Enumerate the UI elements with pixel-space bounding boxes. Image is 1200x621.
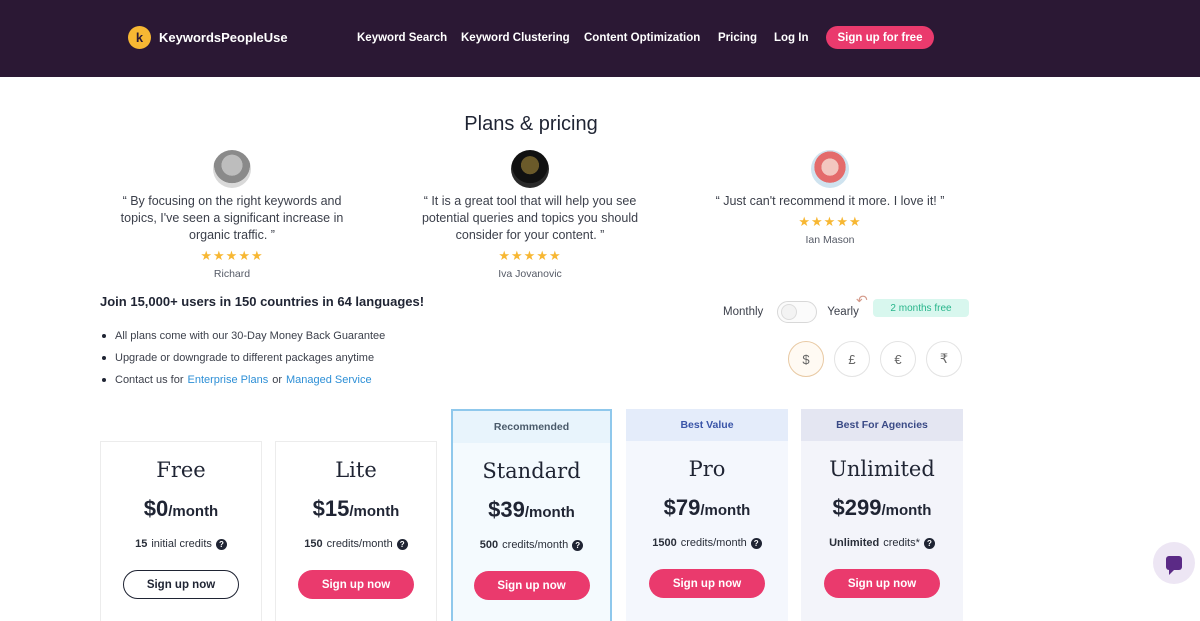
plan-tag: Best Value — [626, 409, 788, 441]
benefit-text: All plans come with our 30-Day Money Bac… — [115, 330, 386, 342]
currency-eur-button[interactable]: € — [880, 341, 916, 377]
plan-price: $15/month — [276, 496, 436, 522]
signup-now-button[interactable]: Sign up now — [473, 571, 590, 600]
plan-credits: Unlimited credits*? — [801, 537, 963, 549]
plan-body: Standard $39/month 500 credits/month? Sig… — [453, 443, 610, 621]
price-amount: $299 — [832, 495, 882, 520]
chat-widget-button[interactable] — [1153, 542, 1195, 584]
plan-name: Free — [156, 458, 206, 482]
plan-credits: 15 initial credits? — [101, 538, 261, 550]
contact-or: or — [272, 374, 282, 386]
plan-body: Lite $15/month 150 credits/month? Sign up… — [275, 441, 437, 621]
currency-inr-button[interactable]: ₹ — [926, 341, 962, 377]
testimonial: “ It is a great tool that will help you … — [410, 0, 650, 280]
benefit-item: All plans come with our 30-Day Money Bac… — [100, 325, 385, 347]
plan-name: Lite — [335, 458, 377, 482]
star-rating: ★★★★★ — [498, 248, 562, 263]
managed-service-link[interactable]: Managed Service — [286, 374, 372, 386]
contact-prefix: Contact us for — [115, 374, 184, 386]
chat-bubble-icon — [1166, 556, 1182, 575]
plan-card-standard: Recommended Standard $39/month 500 credit… — [451, 409, 612, 621]
testimonial-quote: “ Just can't recommend it more. I love i… — [715, 194, 945, 208]
price-period: /month — [881, 502, 932, 519]
plan-price: $299/month — [801, 495, 963, 521]
credits-text: credits/month — [680, 537, 747, 549]
months-free-badge: 2 months free — [873, 299, 969, 317]
plan-card-free: Free $0/month 15 initial credits? Sign up… — [100, 441, 262, 621]
benefits-list: All plans come with our 30-Day Money Bac… — [100, 325, 385, 391]
benefit-item: Upgrade or downgrade to different packag… — [100, 347, 385, 369]
plan-card-pro: Best Value Pro $79/month 1500 credits/mon… — [626, 409, 788, 621]
plan-price: $79/month — [626, 495, 788, 521]
question-icon[interactable]: ? — [923, 537, 935, 549]
testimonial: “ Just can't recommend it more. I love i… — [710, 0, 950, 246]
signup-now-button[interactable]: Sign up now — [649, 569, 765, 598]
plan-name: Pro — [688, 457, 726, 481]
signup-now-button[interactable]: Sign up now — [123, 570, 239, 599]
plan-name: Unlimited — [829, 457, 935, 481]
monthly-label: Monthly — [723, 306, 764, 318]
testimonial-author: Richard — [213, 268, 251, 280]
enterprise-plans-link[interactable]: Enterprise Plans — [187, 374, 268, 386]
price-period: /month — [524, 504, 575, 521]
avatar — [511, 150, 549, 188]
signup-now-button[interactable]: Sign up now — [824, 569, 940, 598]
billing-period-switch: Monthly Yearly — [723, 300, 859, 324]
plan-credits: 1500 credits/month? — [626, 537, 788, 549]
star-rating: ★★★★★ — [200, 248, 264, 263]
signup-now-button[interactable]: Sign up now — [298, 570, 414, 599]
credits-text: initial credits — [151, 538, 212, 550]
plan-body: Free $0/month 15 initial credits? Sign up… — [100, 441, 262, 621]
question-icon[interactable]: ? — [215, 538, 227, 550]
plan-credits: 500 credits/month? — [453, 539, 610, 551]
yearly-label: Yearly — [827, 306, 859, 318]
credits-number: 500 — [479, 539, 499, 551]
credits-number: Unlimited — [829, 537, 880, 549]
price-amount: $79 — [663, 495, 701, 520]
question-icon[interactable]: ? — [572, 539, 584, 551]
plan-body: Pro $79/month 1500 credits/month? Sign up… — [626, 441, 788, 621]
credits-text: credits/month — [502, 539, 569, 551]
plan-price: $0/month — [101, 496, 261, 522]
plan-body: Unlimited $299/month Unlimited credits*? … — [801, 441, 963, 621]
testimonial-quote: “ By focusing on the right keywords and … — [120, 194, 344, 242]
price-period: /month — [349, 503, 400, 520]
plan-tag: Best For Agencies — [801, 409, 963, 441]
testimonial-author: Ian Mason — [805, 234, 855, 246]
price-amount: $39 — [488, 497, 525, 522]
currency-usd-button[interactable]: $ — [788, 341, 824, 377]
plan-credits: 150 credits/month? — [276, 538, 436, 550]
join-headline: Join 15,000+ users in 150 countries in 6… — [100, 294, 425, 309]
price-amount: $0 — [143, 496, 169, 521]
currency-gbp-button[interactable]: £ — [834, 341, 870, 377]
toggle-knob — [781, 304, 798, 320]
price-amount: $15 — [312, 496, 350, 521]
price-period: /month — [700, 502, 751, 519]
benefit-text: Upgrade or downgrade to different packag… — [115, 352, 375, 364]
avatar — [811, 150, 849, 188]
price-period: /month — [168, 503, 219, 520]
credits-number: 15 — [135, 538, 148, 550]
testimonial: “ By focusing on the right keywords and … — [112, 0, 352, 280]
testimonial-author: Iva Jovanovic — [498, 268, 562, 280]
plan-price: $39/month — [453, 497, 610, 523]
plan-name: Standard — [482, 459, 581, 483]
avatar — [213, 150, 251, 188]
benefit-item: Contact us for Enterprise Plans or Manag… — [100, 369, 385, 391]
question-icon[interactable]: ? — [750, 537, 762, 549]
star-rating: ★★★★★ — [798, 214, 862, 229]
curved-arrow-icon: ↶ — [856, 292, 868, 308]
question-icon[interactable]: ? — [396, 538, 408, 550]
credits-text: credits* — [883, 537, 920, 549]
testimonial-quote: “ It is a great tool that will help you … — [421, 194, 639, 242]
plan-card-lite: Lite $15/month 150 credits/month? Sign up… — [275, 441, 437, 621]
credits-text: credits/month — [326, 538, 393, 550]
billing-toggle[interactable] — [777, 301, 818, 323]
plan-card-unlimited: Best For Agencies Unlimited $299/month U… — [801, 409, 963, 621]
credits-number: 150 — [304, 538, 323, 550]
credits-number: 1500 — [652, 537, 677, 549]
plan-tag: Recommended — [453, 411, 610, 443]
